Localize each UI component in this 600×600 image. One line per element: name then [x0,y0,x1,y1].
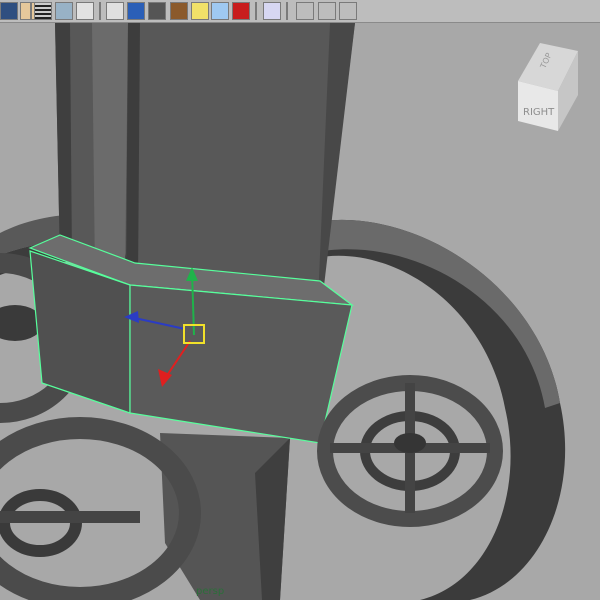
shaded-cube-icon[interactable] [127,2,145,20]
viewport-toolbar [0,0,600,23]
film-gate-icon[interactable] [318,2,336,20]
3d-viewport[interactable]: TOP RIGHT [0,23,600,600]
texture-checker-icon[interactable] [170,2,188,20]
isolate-red-cube-icon[interactable] [232,2,250,20]
xray-cube-icon[interactable] [211,2,229,20]
column-flute [92,23,128,278]
column-flute-shadow [126,23,140,281]
text-tool-icon[interactable] [76,2,94,20]
toolbar-separator [286,2,288,20]
toolbar-separator [255,2,257,20]
measure-tool-icon[interactable] [339,2,357,20]
toolbar-separator [99,2,101,20]
frame-all-icon[interactable] [296,2,314,20]
light-bulb-icon[interactable] [191,2,209,20]
uv-texture-icon[interactable] [55,2,73,20]
wheel-bottom-left-spoke [0,511,140,523]
view-cube-right-label: RIGHT [523,107,555,118]
viewport-status-text: persp [196,586,225,597]
smooth-shaded-icon[interactable] [148,2,166,20]
wheel-right-hub [394,433,426,453]
grid-icon[interactable] [34,2,52,20]
select-cube-icon[interactable] [0,2,18,20]
frame-selection-icon[interactable] [263,2,281,20]
toolbar-separator [30,2,32,20]
wireframe-cube-icon[interactable] [106,2,124,20]
